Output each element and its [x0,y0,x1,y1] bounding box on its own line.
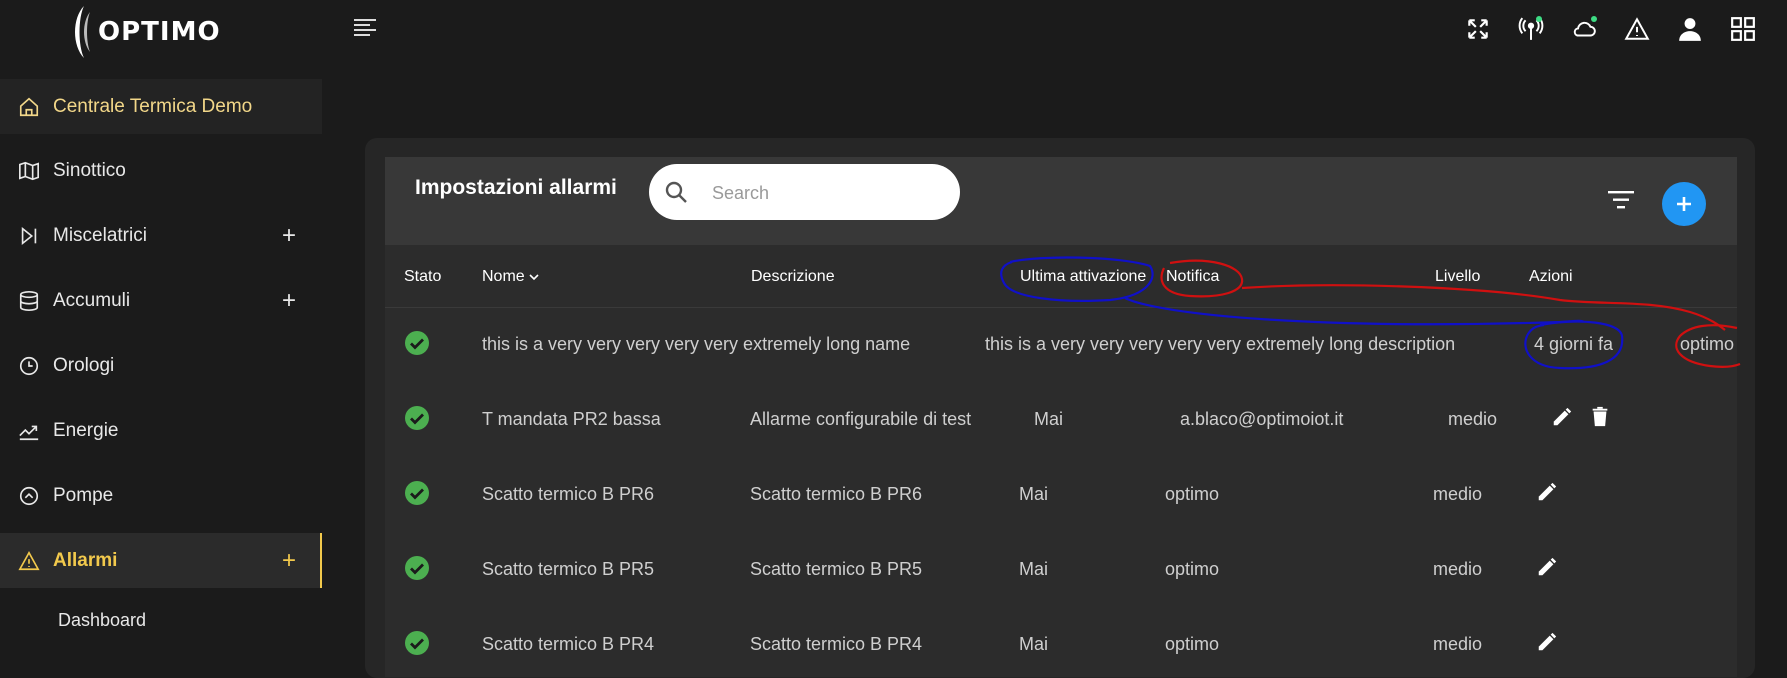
panel-header [385,157,1737,245]
add-alarm-button[interactable] [1662,182,1706,226]
sidebar-item-pompe[interactable]: Pompe [0,468,322,523]
row-4-notifica: optimo [1165,559,1220,579]
header-livello: Livello [1435,268,1481,285]
sidebar: Centrale Termica Demo Sinottico Miscelat… [0,70,322,656]
sidebar-item-label: Pompe [53,484,114,506]
top-bar: OPTIMO [0,0,1787,62]
database-icon [18,290,40,312]
antenna-icon[interactable] [1504,10,1557,48]
header-notifica: Notifica [1166,268,1220,285]
grid-icon[interactable] [1716,10,1769,48]
expand-plus-icon[interactable]: + [282,547,296,575]
map-icon [18,160,40,182]
sidebar-item-energie[interactable]: Energie [0,403,322,458]
row-2-livello: medio [1448,409,1498,429]
status-ok-icon [405,631,429,655]
expand-plus-icon[interactable]: + [282,222,296,250]
status-ok-icon [405,406,429,430]
header-nome[interactable]: Nome [482,268,539,286]
logo-mark-icon [70,4,96,60]
status-ok-icon [405,331,429,355]
sidebar-item-label: Sinottico [53,159,126,181]
delete-icon[interactable] [1589,406,1611,428]
sidebar-item-miscelatrici[interactable]: Miscelatrici + [0,208,322,263]
row-2-ultima: Mai [1034,409,1064,429]
row-2-descrizione: Allarme configurabile di test [750,409,972,429]
header-azioni: Azioni [1529,268,1573,285]
page-title: Impostazioni allarmi [415,176,617,199]
row-5-nome: Scatto termico B PR4 [482,634,655,654]
edit-icon[interactable] [1536,556,1558,578]
fullscreen-icon[interactable] [1451,10,1504,48]
row-2-nome: T mandata PR2 bassa [482,409,661,429]
row-4-descrizione: Scatto termico B PR5 [750,559,923,579]
header-ultima-attivazione: Ultima attivazione [1020,268,1147,285]
sidebar-item-sinottico[interactable]: Sinottico [0,143,322,198]
row-3-nome: Scatto termico B PR6 [482,484,655,504]
sidebar-item-allarmi[interactable]: Allarmi + [0,533,322,588]
row-5-notifica: optimo [1165,634,1220,654]
filter-icon[interactable] [1606,188,1636,212]
sidebar-item-label: Miscelatrici [53,224,147,246]
status-ok-icon [405,481,429,505]
row-5-livello: medio [1433,634,1483,654]
search-icon [664,180,688,204]
sidebar-item-accumuli[interactable]: Accumuli + [0,273,322,328]
row-3-descrizione: Scatto termico B PR6 [750,484,923,504]
home-icon [18,96,40,118]
edit-icon[interactable] [1551,406,1573,428]
header-nome-label: Nome [482,268,525,285]
row-5-ultima: Mai [1019,634,1049,654]
status-ok-icon [405,556,429,580]
logo: OPTIMO [70,4,221,60]
search-input[interactable] [710,176,944,210]
sort-chevron-down-icon [529,274,539,281]
header-descrizione: Descrizione [751,268,835,285]
header-stato: Stato [404,268,442,285]
sidebar-item-label: Accumuli [53,289,131,311]
edit-icon[interactable] [1536,631,1558,653]
sidebar-item-home[interactable]: Centrale Termica Demo [0,79,322,134]
row-4-ultima: Mai [1019,559,1049,579]
row-3-ultima: Mai [1019,484,1049,504]
plus-icon [1677,197,1691,211]
row-3-livello: medio [1433,484,1483,504]
online-dot [1536,16,1542,22]
expand-plus-icon[interactable]: + [282,287,296,315]
trend-icon [18,420,40,442]
row-5-descrizione: Scatto termico B PR4 [750,634,923,654]
row-1-ultima: 4 giorni fa [1534,334,1614,354]
cloud-icon[interactable] [1557,10,1610,48]
sidebar-subitem-dashboard[interactable]: Dashboard [58,610,146,631]
logo-text: OPTIMO [98,17,221,47]
row-4-livello: medio [1433,559,1483,579]
sidebar-item-label: Energie [53,419,119,441]
alert-icon[interactable] [1610,10,1663,48]
row-1-nome: this is a very very very very very extre… [482,334,911,354]
row-4-nome: Scatto termico B PR5 [482,559,655,579]
row-divider [385,307,1737,308]
warning-icon [18,550,40,572]
sidebar-item-label: Centrale Termica Demo [53,95,253,117]
sidebar-item-label: Orologi [53,354,115,376]
row-1-notifica: optimo [1680,334,1735,354]
top-toolbar [1451,10,1769,48]
sidebar-item-orologi[interactable]: Orologi [0,338,322,393]
clock-icon [18,355,40,377]
step-forward-icon [18,225,40,247]
row-3-notifica: optimo [1165,484,1220,504]
pump-icon [18,485,40,507]
menu-toggle-icon[interactable] [352,16,382,46]
sidebar-item-label: Allarmi [53,549,118,571]
cloud-status-dot [1591,16,1597,22]
row-1-descrizione: this is a very very very very very extre… [985,334,1456,354]
edit-icon[interactable] [1536,481,1558,503]
row-2-notifica: a.blaco@optimoiot.it [1180,409,1344,429]
user-icon[interactable] [1663,10,1716,48]
